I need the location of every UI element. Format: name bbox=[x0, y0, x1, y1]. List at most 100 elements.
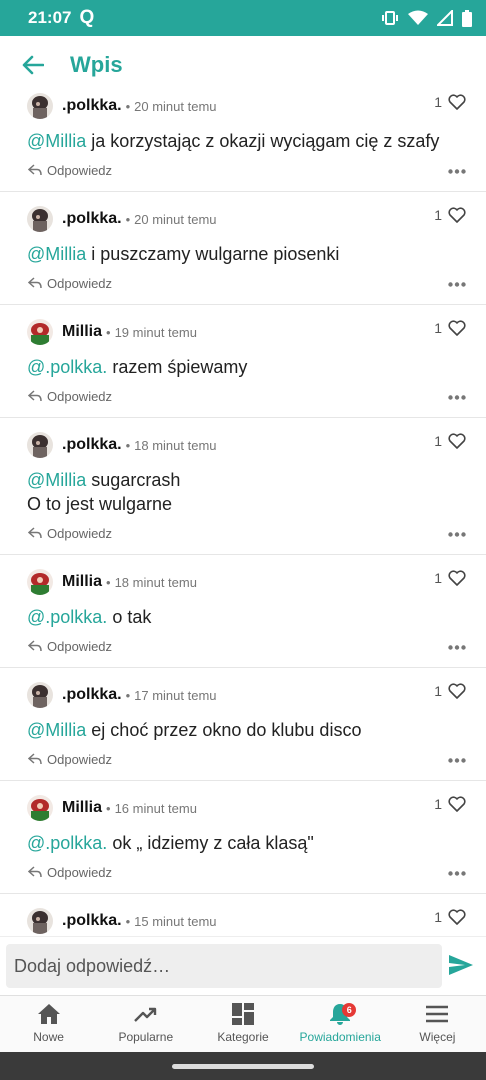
like-count: 1 bbox=[434, 909, 442, 925]
more-options-button[interactable] bbox=[448, 637, 466, 655]
reply-button[interactable]: Odpowiedz bbox=[28, 865, 112, 880]
nav-item-kategorie[interactable]: Kategorie bbox=[194, 996, 291, 1052]
more-options-button[interactable] bbox=[448, 274, 466, 292]
bottom-navigation: Nowe Popularne Kategorie 6 Powiadomienia… bbox=[0, 995, 486, 1052]
system-navigation-bar bbox=[0, 1052, 486, 1080]
heart-icon bbox=[448, 433, 466, 449]
like-button[interactable]: 1 bbox=[434, 433, 466, 449]
avatar[interactable] bbox=[27, 93, 53, 119]
like-count: 1 bbox=[434, 320, 442, 336]
comment-text: @.polkka. o tak bbox=[27, 607, 152, 627]
mention-link[interactable]: @Millia bbox=[27, 244, 86, 264]
mention-link[interactable]: @.polkka. bbox=[27, 607, 107, 627]
heart-icon bbox=[448, 796, 466, 812]
more-horizontal-icon bbox=[448, 758, 466, 763]
comment-author[interactable]: Millia bbox=[62, 573, 102, 591]
comment-list[interactable]: .polkka. • 20 minut temu 1 @Millia ja ko… bbox=[0, 92, 486, 935]
like-button[interactable]: 1 bbox=[434, 683, 466, 699]
send-button[interactable] bbox=[448, 954, 474, 981]
reply-button[interactable]: Odpowiedz bbox=[28, 526, 112, 541]
mention-link[interactable]: @.polkka. bbox=[27, 833, 107, 853]
comment-text: @Millia sugarcrash O to jest wulgarne bbox=[27, 470, 181, 514]
avatar[interactable] bbox=[27, 432, 53, 458]
mention-link[interactable]: @Millia bbox=[27, 470, 86, 490]
comment-author[interactable]: .polkka. bbox=[62, 686, 122, 704]
more-options-button[interactable] bbox=[448, 863, 466, 881]
home-gesture-handle[interactable] bbox=[172, 1064, 314, 1069]
comment-author[interactable]: .polkka. bbox=[62, 97, 122, 115]
avatar[interactable] bbox=[27, 908, 53, 934]
comment-author[interactable]: .polkka. bbox=[62, 210, 122, 228]
more-horizontal-icon bbox=[448, 645, 466, 650]
reply-button[interactable]: Odpowiedz bbox=[28, 276, 112, 291]
comment-text: @Millia ej choć przez okno do klubu disc… bbox=[27, 720, 362, 740]
comment-author[interactable]: Millia bbox=[62, 323, 102, 341]
comment-text: @.polkka. razem śpiewamy bbox=[27, 357, 248, 377]
comment-item: Millia • 16 minut temu 1 @.polkka. ok „ … bbox=[0, 781, 486, 894]
heart-icon bbox=[448, 683, 466, 699]
mention-link[interactable]: @.polkka. bbox=[27, 357, 107, 377]
reply-icon bbox=[28, 866, 42, 878]
more-options-button[interactable] bbox=[448, 387, 466, 405]
comment-text: @Millia i puszczamy wulgarne piosenki bbox=[27, 244, 340, 264]
comment-time: 18 minut temu bbox=[114, 574, 197, 590]
reply-button[interactable]: Odpowiedz bbox=[28, 639, 112, 654]
nav-item-popularne[interactable]: Popularne bbox=[97, 996, 194, 1052]
like-button[interactable]: 1 bbox=[434, 796, 466, 812]
comment-item: Millia • 18 minut temu 1 @.polkka. o tak… bbox=[0, 555, 486, 668]
more-options-button[interactable] bbox=[448, 161, 466, 179]
grid-icon bbox=[232, 1003, 254, 1025]
comment-time: 16 minut temu bbox=[114, 800, 197, 816]
reply-icon bbox=[28, 390, 42, 402]
reply-icon bbox=[28, 753, 42, 765]
heart-icon bbox=[448, 94, 466, 110]
reply-input[interactable] bbox=[6, 944, 442, 988]
comment-author[interactable]: .polkka. bbox=[62, 436, 122, 454]
comment-author[interactable]: .polkka. bbox=[62, 912, 122, 930]
reply-button[interactable]: Odpowiedz bbox=[28, 752, 112, 767]
comment-item: .polkka. • 17 minut temu 1 @Millia ej ch… bbox=[0, 668, 486, 781]
like-button[interactable]: 1 bbox=[434, 570, 466, 586]
like-button[interactable]: 1 bbox=[434, 207, 466, 223]
signal-icon bbox=[437, 10, 453, 26]
reply-button[interactable]: Odpowiedz bbox=[28, 389, 112, 404]
reply-icon bbox=[28, 640, 42, 652]
comment-time: 20 minut temu bbox=[134, 98, 217, 114]
nav-item-wiecej[interactable]: Więcej bbox=[389, 996, 486, 1052]
vibrate-icon bbox=[382, 11, 398, 25]
comment-author[interactable]: Millia bbox=[62, 799, 102, 817]
avatar[interactable] bbox=[27, 682, 53, 708]
avatar[interactable] bbox=[27, 795, 53, 821]
back-button[interactable] bbox=[0, 36, 70, 94]
avatar[interactable] bbox=[27, 319, 53, 345]
like-count: 1 bbox=[434, 683, 442, 699]
nav-item-nowe[interactable]: Nowe bbox=[0, 996, 97, 1052]
more-options-button[interactable] bbox=[448, 524, 466, 542]
status-bar: 21:07 Q bbox=[0, 0, 486, 36]
home-icon bbox=[37, 1004, 60, 1024]
comment-time: 18 minut temu bbox=[134, 437, 217, 453]
like-button[interactable]: 1 bbox=[434, 320, 466, 336]
menu-icon bbox=[426, 1005, 449, 1023]
like-count: 1 bbox=[434, 570, 442, 586]
avatar[interactable] bbox=[27, 569, 53, 595]
more-options-button[interactable] bbox=[448, 750, 466, 768]
status-time: 21:07 bbox=[28, 8, 72, 27]
like-button[interactable]: 1 bbox=[434, 94, 466, 110]
comment-item: .polkka. • 15 minut temu 1 bbox=[0, 894, 486, 935]
more-horizontal-icon bbox=[448, 169, 466, 174]
reply-icon bbox=[28, 164, 42, 176]
more-horizontal-icon bbox=[448, 282, 466, 287]
mention-link[interactable]: @Millia bbox=[27, 720, 86, 740]
nav-item-powiadomienia[interactable]: 6 Powiadomienia bbox=[292, 996, 389, 1052]
like-button[interactable]: 1 bbox=[434, 909, 466, 925]
more-horizontal-icon bbox=[448, 395, 466, 400]
comment-time: 20 minut temu bbox=[134, 211, 217, 227]
reply-button[interactable]: Odpowiedz bbox=[28, 163, 112, 178]
avatar[interactable] bbox=[27, 206, 53, 232]
heart-icon bbox=[448, 207, 466, 223]
like-count: 1 bbox=[434, 207, 442, 223]
mention-link[interactable]: @Millia bbox=[27, 131, 86, 151]
comment-time: 17 minut temu bbox=[134, 687, 217, 703]
comment-time: 19 minut temu bbox=[114, 324, 197, 340]
